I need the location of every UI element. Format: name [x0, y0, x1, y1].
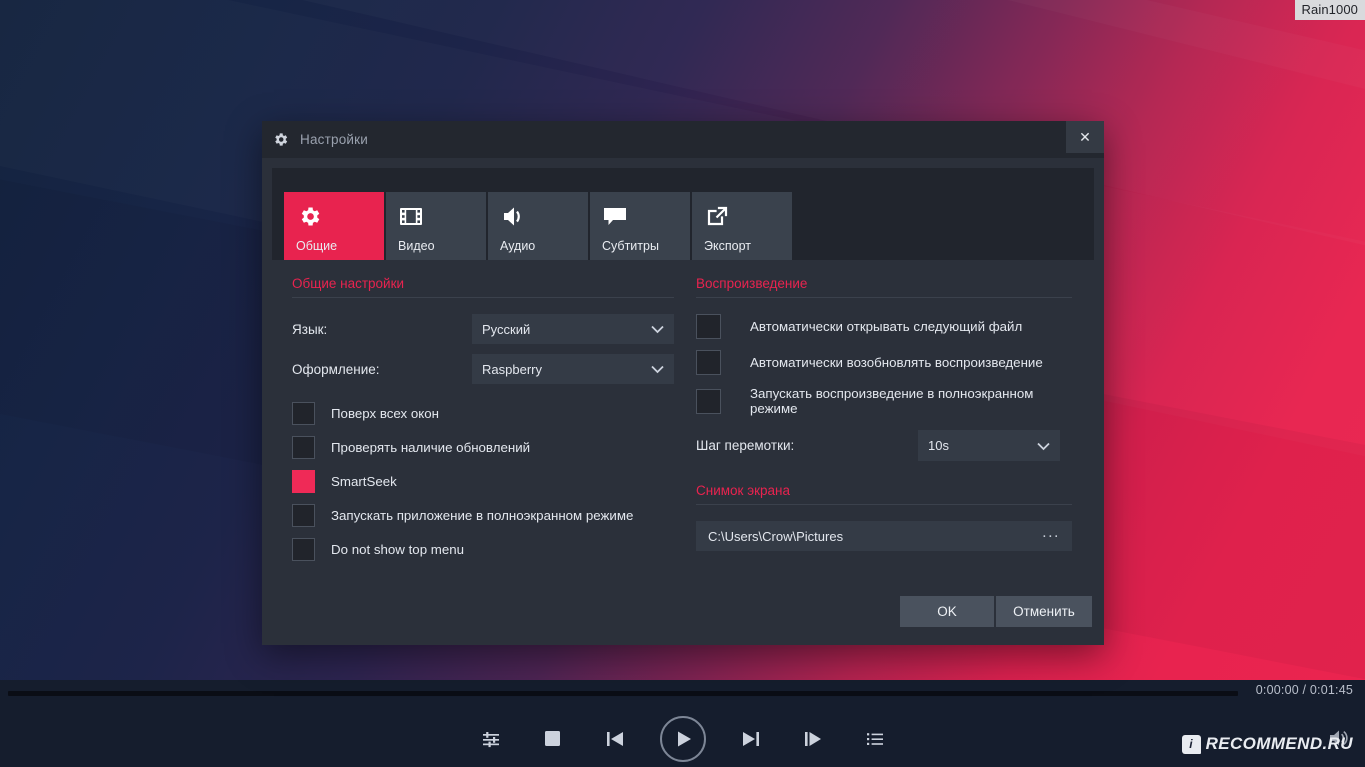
site-watermark-badge: i: [1181, 734, 1201, 754]
dialog-title: Настройки: [300, 132, 368, 147]
settings-dialog: Настройки ✕ Общие Видео Аудио Субтитры Э…: [262, 121, 1104, 645]
tab-general-label: Общие: [296, 239, 338, 253]
ok-button[interactable]: OK: [900, 595, 994, 627]
previous-button[interactable]: [598, 722, 632, 756]
speech-bubble-icon: [602, 203, 628, 229]
tab-general[interactable]: Общие: [284, 192, 384, 260]
checkbox-smartseek[interactable]: [292, 470, 315, 493]
theme-row: Оформление: Raspberry: [292, 354, 674, 384]
seek-step-row: Шаг перемотки: 10s: [696, 430, 1072, 461]
seek-step-value: 10s: [928, 438, 949, 453]
checkbox-row-start-fullscreen-app[interactable]: Запускать приложение в полноэкранном реж…: [292, 504, 674, 527]
step-forward-button[interactable]: [796, 722, 830, 756]
close-icon: ✕: [1079, 129, 1091, 145]
tab-subtitles[interactable]: Субтитры: [590, 192, 690, 260]
checkbox-label: Проверять наличие обновлений: [331, 440, 531, 455]
chevron-down-icon: [650, 362, 665, 379]
language-value: Русский: [482, 321, 531, 337]
checkbox-row-check-updates[interactable]: Проверять наличие обновлений: [292, 436, 674, 459]
user-watermark: Rain1000: [1294, 0, 1365, 20]
equalizer-button[interactable]: [474, 722, 508, 756]
checkbox-check-updates[interactable]: [292, 436, 315, 459]
general-settings-column: Общие настройки Язык: Русский Оформление…: [272, 276, 686, 587]
checkbox-hide-top-menu[interactable]: [292, 538, 315, 561]
play-icon: [672, 728, 694, 750]
stop-button[interactable]: [536, 722, 570, 756]
screenshot-path-field[interactable]: C:\Users\Crow\Pictures ...: [696, 521, 1072, 551]
tab-audio-label: Аудио: [500, 239, 536, 253]
checkbox-always-on-top[interactable]: [292, 402, 315, 425]
film-strip-icon: [398, 203, 424, 229]
chevron-down-icon: [650, 322, 665, 339]
gear-icon: [296, 203, 322, 229]
tab-video-label: Видео: [398, 239, 435, 253]
theme-label: Оформление:: [292, 361, 380, 377]
checkbox-label: Do not show top menu: [331, 542, 465, 557]
chevron-down-icon: [1036, 439, 1051, 456]
list-icon: [865, 729, 885, 749]
player-window: Rain1000 0:00:00 / 0:01:45 i RECOMMEND.R…: [0, 0, 1365, 767]
checkbox-row-hide-top-menu[interactable]: Do not show top menu: [292, 538, 674, 561]
language-row: Язык: Русский: [292, 314, 674, 344]
timecode-label: 0:00:00 / 0:01:45: [1255, 683, 1353, 697]
transport-controls: [0, 710, 1365, 767]
checkbox-label: Автоматически открывать следующий файл: [750, 319, 1023, 334]
player-controls-bar: 0:00:00 / 0:01:45 i RECOMMEND.RU: [0, 680, 1365, 767]
checkbox-label: Запускать приложение в полноэкранном реж…: [331, 508, 634, 523]
checkbox-label: SmartSeek: [331, 474, 397, 489]
checkbox-start-fullscreen-app[interactable]: [292, 504, 315, 527]
tab-audio[interactable]: Аудио: [488, 192, 588, 260]
playback-settings-column: Воспроизведение Автоматически открывать …: [686, 276, 1084, 587]
playback-section-title: Воспроизведение: [696, 276, 1072, 298]
seek-step-select[interactable]: 10s: [918, 430, 1060, 461]
tab-video[interactable]: Видео: [386, 192, 486, 260]
next-button[interactable]: [734, 722, 768, 756]
play-button[interactable]: [659, 715, 706, 762]
site-watermark: i RECOMMEND.RU: [1181, 734, 1353, 754]
screenshot-section-title: Снимок экрана: [696, 483, 1072, 505]
skip-next-icon: [740, 728, 762, 750]
external-link-icon: [704, 203, 730, 229]
speaker-icon: [500, 203, 526, 229]
checkbox-label: Поверх всех окон: [331, 406, 439, 421]
checkbox-row-smartseek[interactable]: SmartSeek: [292, 470, 674, 493]
checkbox-row-start-playback-fullscreen[interactable]: Запускать воспроизведение в полноэкранно…: [696, 386, 1072, 416]
step-forward-icon: [802, 728, 824, 750]
playlist-button[interactable]: [858, 722, 892, 756]
general-section-title: Общие настройки: [292, 276, 674, 298]
stop-icon: [543, 729, 562, 748]
sliders-icon: [481, 729, 501, 749]
checkbox-label: Автоматически возобновлять воспроизведен…: [750, 355, 1043, 370]
dialog-footer: OK Отменить: [262, 587, 1104, 645]
seek-slider[interactable]: [8, 691, 1238, 696]
checkbox-row-auto-open-next[interactable]: Автоматически открывать следующий файл: [696, 314, 1072, 339]
tab-export-label: Экспорт: [704, 239, 751, 253]
checkbox-label: Запускать воспроизведение в полноэкранно…: [750, 386, 1034, 416]
browse-button[interactable]: ...: [1042, 524, 1060, 542]
checkbox-row-always-on-top[interactable]: Поверх всех окон: [292, 402, 674, 425]
skip-previous-icon: [604, 728, 626, 750]
dialog-title-bar[interactable]: Настройки ✕: [262, 121, 1104, 158]
close-button[interactable]: ✕: [1066, 121, 1104, 153]
checkbox-auto-resume[interactable]: [696, 350, 721, 375]
seek-step-label: Шаг перемотки:: [696, 438, 795, 453]
checkbox-start-playback-fullscreen[interactable]: [696, 388, 721, 414]
language-label: Язык:: [292, 321, 328, 337]
cancel-button[interactable]: Отменить: [996, 595, 1092, 627]
theme-select[interactable]: Raspberry: [472, 354, 674, 384]
language-select[interactable]: Русский: [472, 314, 674, 344]
gear-icon: [272, 131, 289, 148]
seek-area: 0:00:00 / 0:01:45: [0, 680, 1365, 708]
settings-body: Общие настройки Язык: Русский Оформление…: [272, 270, 1094, 587]
checkbox-row-auto-resume[interactable]: Автоматически возобновлять воспроизведен…: [696, 350, 1072, 375]
tab-subtitles-label: Субтитры: [602, 239, 659, 253]
site-watermark-text: RECOMMEND.RU: [1205, 734, 1353, 753]
settings-tabs: Общие Видео Аудио Субтитры Экспорт: [272, 168, 1094, 260]
tab-export[interactable]: Экспорт: [692, 192, 792, 260]
theme-value: Raspberry: [482, 361, 542, 377]
screenshot-path-value: C:\Users\Crow\Pictures: [708, 528, 844, 544]
checkbox-auto-open-next[interactable]: [696, 314, 721, 339]
